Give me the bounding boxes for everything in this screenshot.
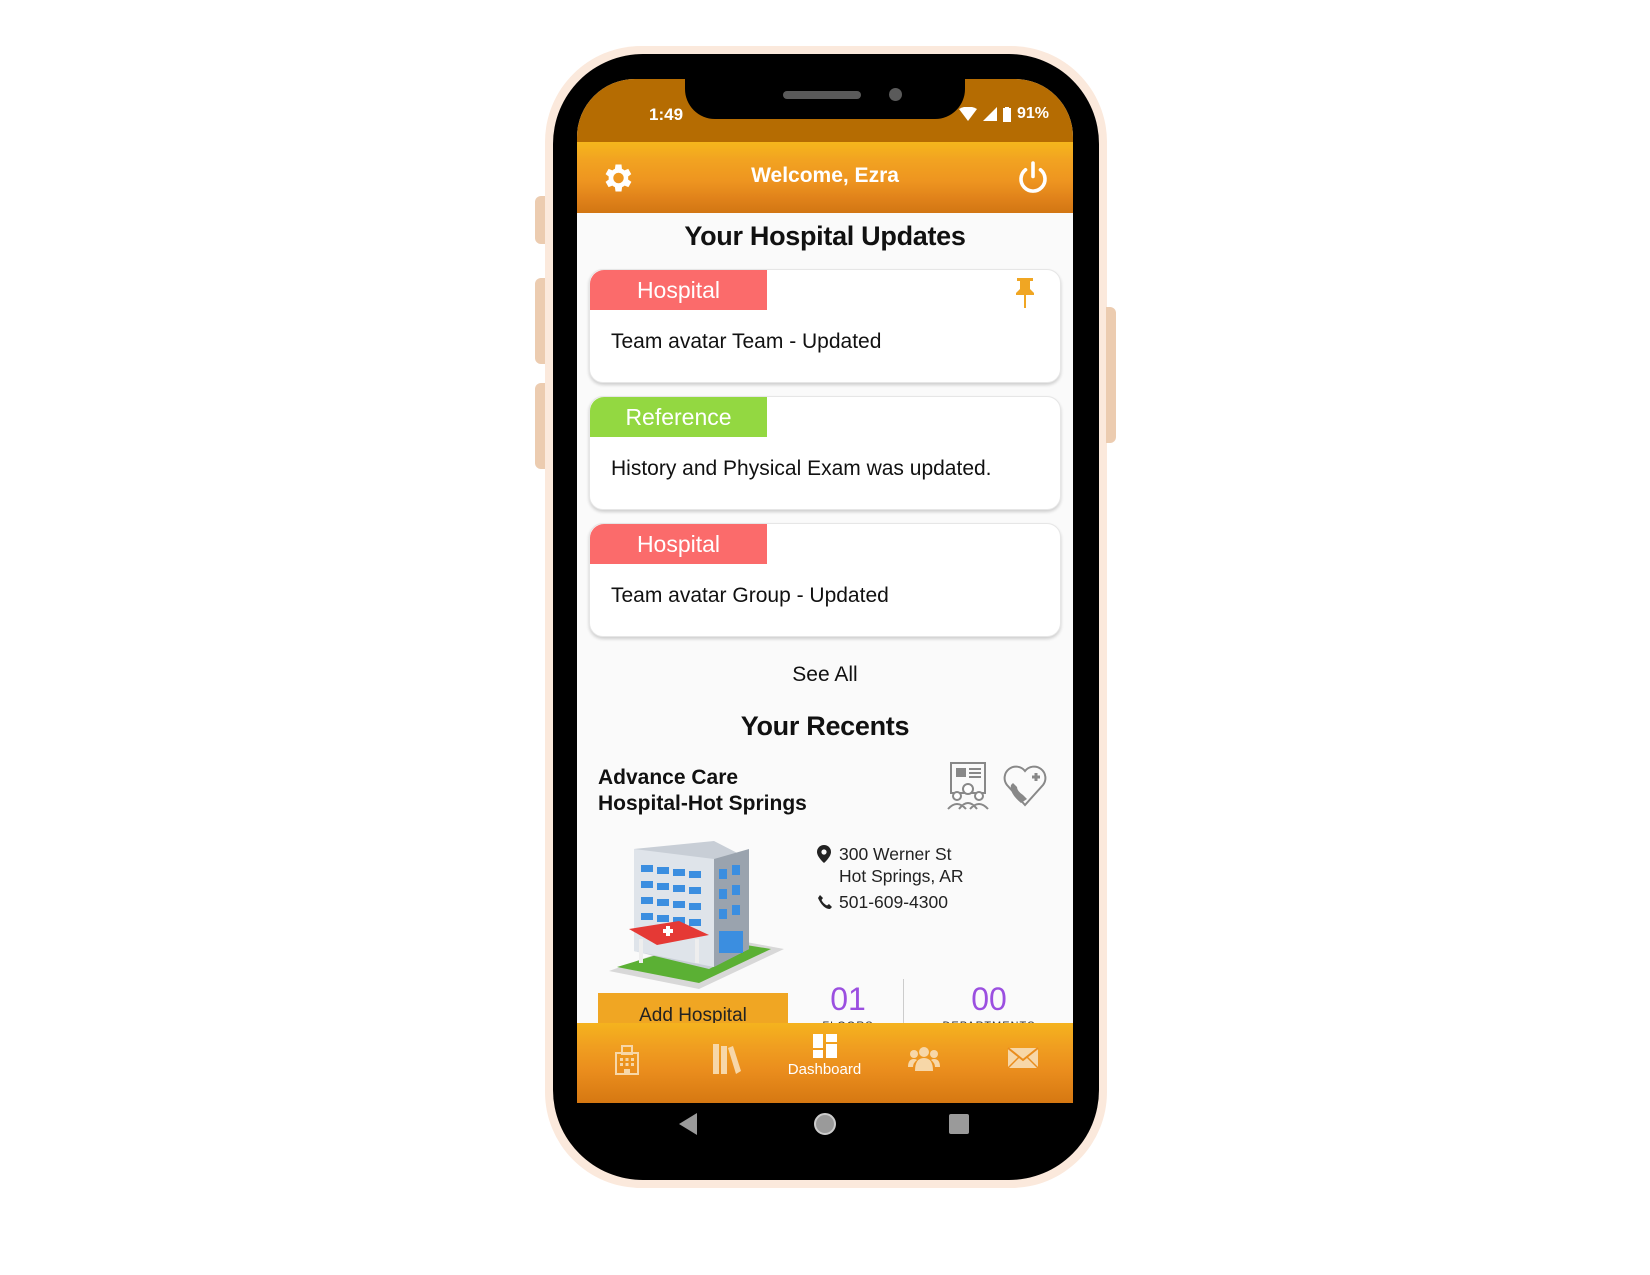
camera — [889, 88, 902, 101]
bottom-nav: Dashboard — [577, 1023, 1073, 1103]
nav-dashboard-label: Dashboard — [787, 1061, 862, 1078]
hospital-building-image — [609, 841, 784, 989]
header-title: Welcome, Ezra — [751, 164, 899, 187]
update-text: Team avatar Team - Updated — [611, 330, 882, 353]
update-card[interactable]: Hospital Team avatar Group - Updated — [589, 523, 1061, 637]
hospital-name[interactable]: Advance Care Hospital-Hot Springs — [598, 765, 807, 817]
status-bar: 1:49 91% — [577, 79, 1073, 142]
notch — [685, 79, 965, 119]
nav-library[interactable] — [676, 1043, 775, 1075]
volume-down-button — [535, 383, 545, 469]
group-icon — [907, 1047, 940, 1071]
update-card[interactable]: Hospital Team avatar Team - Updated — [589, 269, 1061, 383]
team-directory-icon[interactable] — [945, 761, 993, 813]
floors-count: 01 — [830, 981, 866, 1017]
home-icon[interactable] — [812, 1111, 838, 1137]
volume-up-button — [535, 278, 545, 364]
app-header: Welcome, Ezra — [577, 142, 1073, 213]
update-card[interactable]: Reference History and Physical Exam was … — [589, 396, 1061, 510]
signal-icon — [982, 107, 997, 121]
departments-count: 00 — [971, 981, 1007, 1017]
hospital-phone-row[interactable]: 501-609-4300 — [817, 891, 964, 913]
system-nav-bar — [577, 1103, 1073, 1163]
update-text: Team avatar Group - Updated — [611, 584, 889, 607]
power-side-button — [1106, 307, 1116, 443]
back-icon[interactable] — [679, 1113, 699, 1135]
power-icon[interactable] — [1015, 160, 1051, 196]
update-tag: Reference — [590, 397, 767, 437]
library-icon — [712, 1044, 741, 1074]
nav-hospital[interactable] — [577, 1045, 676, 1075]
nav-group[interactable] — [874, 1045, 973, 1071]
phone-number: 501-609-4300 — [839, 892, 948, 912]
phone-icon — [818, 895, 832, 909]
hospital-name-line1: Advance Care — [598, 766, 739, 789]
address-line1: 300 Werner St — [839, 844, 952, 864]
mail-icon — [1006, 1047, 1039, 1069]
stat-divider — [903, 979, 904, 1029]
speaker — [783, 91, 861, 99]
battery-percent: 91% — [1016, 105, 1049, 122]
battery-icon — [1002, 106, 1011, 122]
hospital-icon — [614, 1045, 639, 1075]
update-tag: Hospital — [590, 524, 767, 564]
app-screen: 1:49 91% Welcome, Ezra Your Hospital Upd… — [577, 79, 1073, 1103]
call-heart-icon[interactable] — [1001, 759, 1049, 811]
see-all-link[interactable]: See All — [577, 663, 1073, 687]
updates-title: Your Hospital Updates — [684, 221, 966, 251]
status-time: 1:49 — [649, 105, 684, 124]
recents-icon[interactable] — [949, 1114, 969, 1134]
location-pin-icon — [817, 845, 831, 863]
hospital-address: 300 Werner St Hot Springs, AR 501-609-43… — [817, 843, 964, 913]
update-text: History and Physical Exam was updated. — [611, 457, 992, 480]
dashboard-content: Your Hospital Updates Hospital Team avat… — [577, 213, 1073, 1033]
update-tag: Hospital — [590, 270, 767, 310]
nav-dashboard[interactable]: Dashboard — [775, 1033, 874, 1078]
hospital-name-line2: Hospital-Hot Springs — [598, 792, 807, 815]
status-icons: 91% — [958, 105, 1049, 123]
pin-icon[interactable] — [1012, 276, 1038, 310]
address-line2: Hot Springs, AR — [839, 866, 964, 886]
nav-mail[interactable] — [973, 1047, 1072, 1069]
side-button — [535, 196, 545, 244]
wifi-icon — [958, 107, 977, 121]
dashboard-icon — [812, 1034, 837, 1058]
recents-title: Your Recents — [740, 711, 910, 741]
